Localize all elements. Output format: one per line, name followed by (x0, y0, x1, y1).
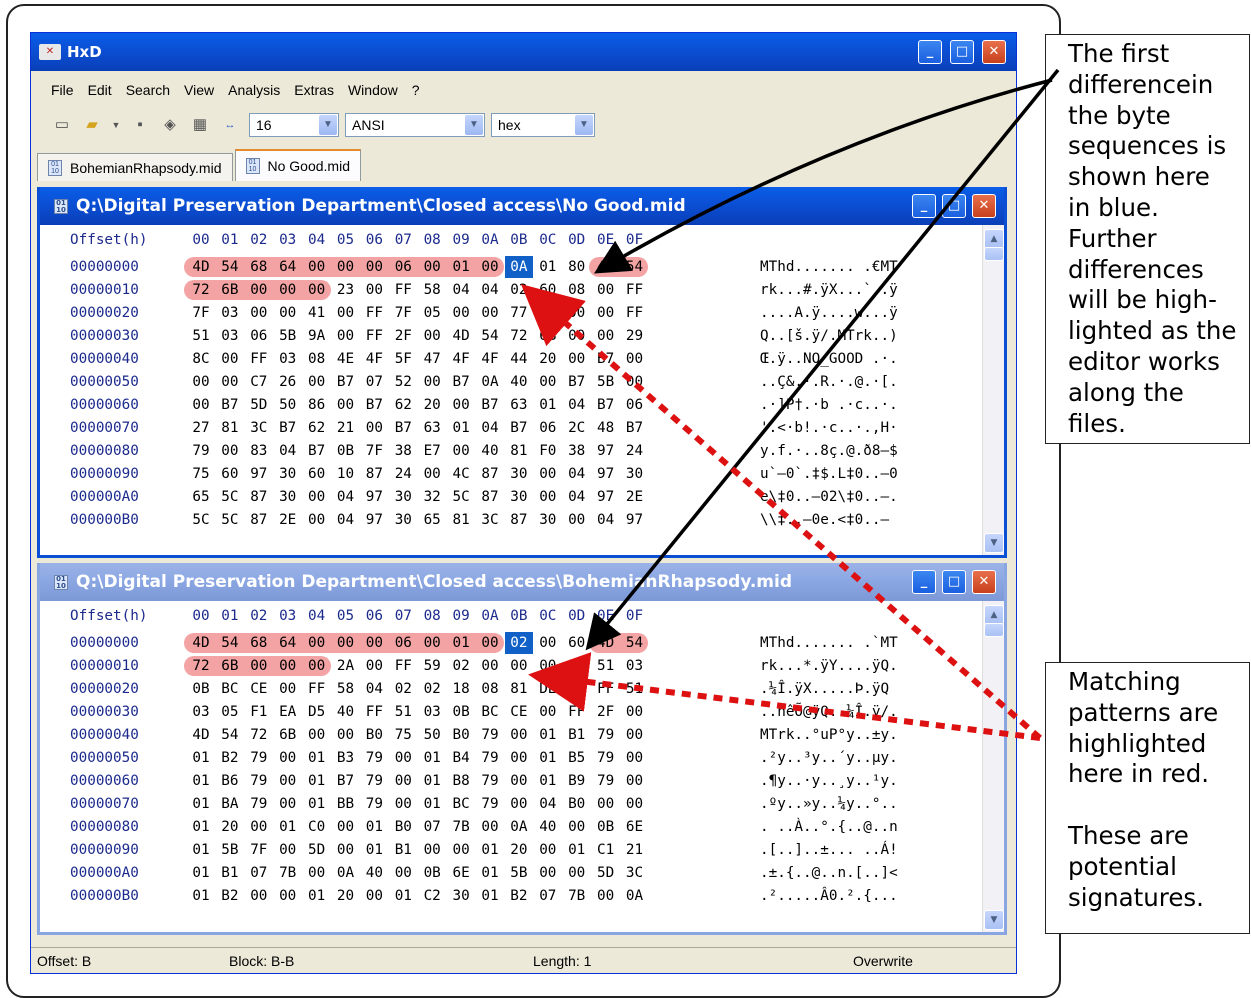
annotation-arrows (520, 68, 1060, 741)
arrow-to-first-difference (593, 78, 1053, 274)
arrow-to-matching-pattern-bottom (528, 652, 1041, 741)
arrow-to-matching-pattern-top (520, 284, 1042, 741)
